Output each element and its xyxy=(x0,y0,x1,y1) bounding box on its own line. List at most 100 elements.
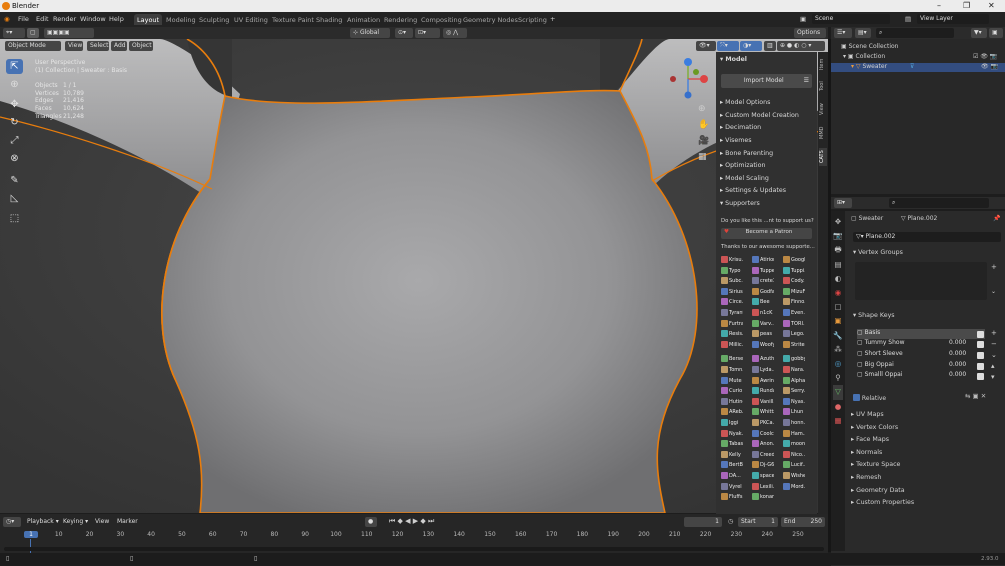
supporter-item[interactable]: Curio xyxy=(721,387,743,397)
select-tool-icon[interactable]: ⇱ xyxy=(6,59,23,74)
supporter-item[interactable]: Google xyxy=(783,256,805,266)
texture-tab-icon[interactable]: ▦ xyxy=(833,414,843,428)
supporter-item[interactable]: Tupper xyxy=(752,266,774,277)
view-layer-field[interactable]: View Layer xyxy=(917,14,989,24)
supporter-item[interactable]: Wishes xyxy=(783,472,805,482)
shape-key-value[interactable]: 0.000 xyxy=(949,350,966,357)
playback-controls[interactable]: ⏮ ◆ ◀ ▶ ◆ ⏭ xyxy=(389,517,434,526)
object-tab-icon[interactable]: ▣ xyxy=(833,314,843,328)
jump-start-icon[interactable]: ⏮ xyxy=(389,517,395,525)
properties-search-input[interactable]: ⌕ xyxy=(889,198,989,208)
shading-mode-icons[interactable]: ⊕ ● ◐ ○ ▾ xyxy=(777,41,825,51)
material-tab-icon[interactable]: ● xyxy=(833,400,843,414)
supporter-item[interactable]: TORI... xyxy=(783,319,805,330)
supporter-item[interactable]: Vanill... xyxy=(752,397,774,408)
panel-supporters[interactable]: ▾ Supporters xyxy=(720,200,760,207)
menu-edit[interactable]: Edit xyxy=(36,15,49,23)
transform-tool-icon[interactable]: ⊗ xyxy=(6,151,23,166)
next-keyframe-icon[interactable]: ◆ xyxy=(420,517,425,525)
panel-model-options[interactable]: ▸ Model Options xyxy=(720,99,770,106)
menu-select[interactable]: Select xyxy=(87,41,109,51)
properties-editor-icon[interactable]: ⊞▾ xyxy=(834,198,852,208)
tab-modeling[interactable]: Modeling xyxy=(163,14,199,25)
add-shape-key-icon[interactable]: + xyxy=(991,328,997,339)
mesh-datablock-field[interactable]: ▽▾ Plane.002 xyxy=(853,232,1001,242)
vertex-groups-list[interactable] xyxy=(855,262,987,300)
tab-layout[interactable]: Layout xyxy=(134,14,163,25)
panel-optimization[interactable]: ▸ Optimization xyxy=(720,162,765,169)
supporter-item[interactable]: Runda xyxy=(752,387,774,397)
supporter-item[interactable]: Mute xyxy=(721,376,743,387)
tab-view[interactable]: View xyxy=(819,100,827,118)
record-icon[interactable]: ● xyxy=(365,517,377,527)
frame-start-field[interactable]: Start 1 xyxy=(738,517,778,527)
supporter-item[interactable]: konan xyxy=(752,493,774,503)
options-dropdown[interactable]: Options xyxy=(794,28,826,38)
measure-tool-icon[interactable]: ◺ xyxy=(6,191,23,206)
modifier-tab-icon[interactable]: 🔧 xyxy=(833,329,843,343)
shape-keys-list[interactable]: ▢ Basis ▢ Tummy Show 0.000 ▢ Short Sleeve… xyxy=(853,329,985,384)
filter-icon[interactable]: ▼▾ xyxy=(971,28,987,38)
xray-icon[interactable]: ▥ xyxy=(764,41,776,51)
mode-dropdown[interactable]: Object Mode xyxy=(5,41,61,51)
supporter-item[interactable]: peas xyxy=(752,330,774,340)
constraints-tab-icon[interactable]: ⚲ xyxy=(833,371,843,385)
editor-type-icon[interactable]: ⌖▾ xyxy=(3,28,25,38)
prev-keyframe-icon[interactable]: ◆ xyxy=(398,517,403,525)
panel-custom-properties[interactable]: ▸ Custom Properties xyxy=(851,497,914,510)
supporter-item[interactable]: Nyak... xyxy=(721,429,743,440)
supporter-item[interactable]: Circe... xyxy=(721,298,743,308)
vertex-group-menu-icon[interactable]: ⌄ xyxy=(991,288,996,295)
supporter-item[interactable]: Tomn... xyxy=(721,366,743,376)
view-layer-tab-icon[interactable]: ▤ xyxy=(833,258,843,272)
supporter-item[interactable]: Strite xyxy=(783,340,805,351)
output-tab-icon[interactable]: 🖶 xyxy=(833,243,843,257)
tab-tool[interactable]: Tool xyxy=(819,78,827,94)
pin-icon[interactable]: 📌 xyxy=(993,215,1000,222)
become-patron-button[interactable]: ♥ Become a Patron xyxy=(721,228,812,239)
panel-decimation[interactable]: ▸ Decimation xyxy=(720,124,761,131)
tab-uv-editing[interactable]: UV Editing xyxy=(231,14,271,25)
panel-remesh[interactable]: ▸ Remesh xyxy=(851,472,914,485)
panel-settings-updates[interactable]: ▸ Settings & Updates xyxy=(720,187,786,194)
supporter-item[interactable]: Varv... xyxy=(752,319,774,330)
supporter-item[interactable]: gobby xyxy=(783,355,805,365)
gizmo-icon[interactable]: ⤧▾ xyxy=(717,41,739,51)
supporter-item[interactable]: Lucif... xyxy=(783,461,805,471)
vertex-groups-panel[interactable]: ▾ Vertex Groups xyxy=(853,249,903,256)
scene-field[interactable]: Scene xyxy=(812,14,890,24)
rotate-tool-icon[interactable]: ↻ xyxy=(6,115,23,130)
panel-vertex-colors[interactable]: ▸ Vertex Colors xyxy=(851,422,914,435)
tab-scripting[interactable]: Scripting xyxy=(515,14,550,25)
shape-key-row[interactable]: ▢ Basis xyxy=(857,329,985,339)
checkbox-icon[interactable] xyxy=(977,331,984,338)
panel-texture-space[interactable]: ▸ Texture Space xyxy=(851,459,914,472)
supporter-item[interactable]: Huting xyxy=(721,397,743,408)
supporter-item[interactable]: BertB... xyxy=(721,461,743,471)
cursor-tool-icon[interactable]: ⊕ xyxy=(6,77,23,92)
panel-geometry-data[interactable]: ▸ Geometry Data xyxy=(851,485,914,498)
close-icon[interactable]: ✕ xyxy=(988,1,995,10)
move-tool-icon[interactable]: ✥ xyxy=(6,97,23,112)
tab-item[interactable]: Item xyxy=(819,55,827,73)
menu-file[interactable]: File xyxy=(18,15,29,23)
supporter-item[interactable]: Awrini xyxy=(752,376,774,387)
supporter-item[interactable]: honn... xyxy=(783,419,805,429)
outliner-search-input[interactable]: ⌕ xyxy=(876,28,954,38)
add-cube-tool-icon[interactable]: ⬚ xyxy=(6,211,23,226)
move-up-icon[interactable]: ▴ xyxy=(991,361,997,372)
outliner-object-row[interactable]: ▾ ▽ Sweater ⊽ 👁 📷 xyxy=(831,63,1005,72)
supporter-item[interactable]: AReb... xyxy=(721,408,743,418)
supporter-item[interactable]: Furtrap xyxy=(721,319,743,330)
shape-key-menu-icon[interactable]: ⌄ xyxy=(991,350,997,361)
shape-key-value[interactable]: 0.000 xyxy=(949,361,966,368)
supporter-item[interactable]: Ham... xyxy=(783,429,805,440)
supporter-item[interactable]: DA... xyxy=(721,472,743,482)
supporter-item[interactable]: Berse... xyxy=(721,355,743,365)
panel-visemes[interactable]: ▸ Visemes xyxy=(720,137,752,144)
supporter-item[interactable]: MizuF... xyxy=(783,287,805,298)
play-reverse-icon[interactable]: ◀ xyxy=(405,517,410,525)
menu-object[interactable]: Object xyxy=(129,41,153,51)
tab-compositing[interactable]: Compositing xyxy=(418,14,465,25)
shape-keys-panel[interactable]: ▾ Shape Keys xyxy=(853,312,895,319)
